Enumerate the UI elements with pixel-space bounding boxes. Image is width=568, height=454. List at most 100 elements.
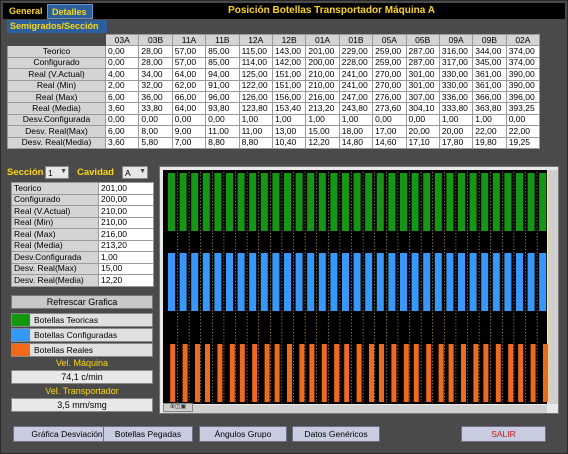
tab-general[interactable]: General <box>5 4 46 19</box>
table-cell: 361,00 <box>472 79 507 92</box>
bottle-bar <box>483 344 489 402</box>
table-cell: 28,00 <box>138 56 173 70</box>
table-cell: 156,00 <box>271 90 307 104</box>
bottle-bar <box>504 173 512 231</box>
bottle-bar <box>504 253 512 311</box>
cavidad-select[interactable]: A ▼ <box>122 166 148 179</box>
table-cell: 273,60 <box>372 102 407 115</box>
datos-genericos-button[interactable]: Datos Genéricos <box>292 426 380 442</box>
legend-reales: Botellas Reales <box>11 343 153 357</box>
bottle-bar <box>495 344 501 402</box>
bottle-bar <box>388 173 396 231</box>
row-label: Desv. Real(Max) <box>7 125 106 138</box>
semigrados-table: 03A 03B 11A 11B 12A 12B 01A 01B 05A 05B 09A 09B 02A … <box>7 33 541 149</box>
horizontal-scrollbar[interactable] <box>163 405 547 413</box>
detail-label: Real (Media) <box>11 239 99 252</box>
table-cell: 0,00 <box>372 113 407 127</box>
refresh-chart-button[interactable]: Refrescar Grafica <box>11 295 153 309</box>
bottle-bar <box>446 253 454 311</box>
bottle-bar <box>249 253 257 311</box>
bottle-bar <box>438 344 444 402</box>
bottle-bar <box>530 344 536 402</box>
row-label: Teorico <box>7 45 106 58</box>
botellas-pegadas-button[interactable]: Botellas Pegadas <box>103 426 193 442</box>
bottle-bar <box>461 344 466 402</box>
bottle-bar <box>168 253 175 311</box>
table-cell: 122,00 <box>238 79 273 92</box>
bottle-bar <box>473 344 479 402</box>
bottle-bar <box>426 344 432 402</box>
detail-label: Real (Max) <box>11 228 99 241</box>
bottle-bar <box>458 253 465 311</box>
window-title: Posición Botellas Transportador Máquina … <box>228 5 435 16</box>
table-cell: 276,00 <box>372 90 407 104</box>
salir-button[interactable]: SALIR <box>461 426 546 442</box>
row-label: Real (Media) <box>7 102 106 115</box>
bottle-bar <box>411 173 419 231</box>
bottle-bar <box>423 253 431 311</box>
table-cell: 17,80 <box>438 136 474 149</box>
table-cell: 125,00 <box>238 68 273 81</box>
bottle-bar <box>508 344 514 402</box>
table-cell: 6,00 <box>104 90 140 104</box>
column-header: 11A <box>171 33 207 47</box>
table-cell: 210,00 <box>305 68 340 81</box>
table-row: Real (Media) 3,60 33,80 64,00 93,80 123,80 153… <box>7 102 541 115</box>
table-cell: 14,60 <box>372 136 407 149</box>
table-cell: 1,00 <box>271 113 307 127</box>
vel-maquina-label: Vel. Máquina <box>55 358 109 368</box>
row-label: Configurado <box>7 56 106 70</box>
bottle-bar <box>321 344 327 402</box>
legend-swatch-orange <box>12 344 30 356</box>
row-label: Desv. Real(Media) <box>7 136 106 149</box>
bottle-bar <box>481 253 489 311</box>
bottle-bar <box>195 344 200 402</box>
detail-value: 15,00 <box>98 262 154 275</box>
table-cell: 0,00 <box>205 113 240 127</box>
table-row: Teorico 0,00 28,00 57,00 85,00 115,00 143,00 20… <box>7 45 541 58</box>
column-header: 12A <box>238 33 273 47</box>
bottle-bar <box>365 173 373 231</box>
table-row: Desv.Configurada 0,00 0,00 0,00 0,00 1,00 1,00… <box>7 113 541 127</box>
table-header-row: 03A 03B 11A 11B 12A 12B 01A 01B 05A 05B 09A 09B 02A <box>7 33 541 47</box>
bottle-bar <box>287 344 292 402</box>
tab-detalles[interactable]: Detalles <box>47 4 93 19</box>
table-cell: 5,80 <box>138 136 173 149</box>
table-cell: 333,80 <box>438 102 474 115</box>
vertical-scrollbar[interactable] <box>548 170 558 404</box>
detail-value: 210,00 <box>98 205 154 218</box>
bottle-bar <box>318 253 326 311</box>
bottle-bar <box>252 344 258 402</box>
chart-zoom-toolbar[interactable]: ⊕◫▣ <box>163 403 193 412</box>
bottle-bar <box>260 253 268 311</box>
table-cell: 0,00 <box>405 113 440 127</box>
table-cell: 361,00 <box>472 68 507 81</box>
table-cell: 301,00 <box>405 68 440 81</box>
table-cell: 287,00 <box>405 45 440 58</box>
detail-label: Real (V.Actual) <box>11 205 99 218</box>
detail-row: Desv. Real(Media) 12,20 <box>11 274 154 287</box>
table-cell: 241,00 <box>338 68 374 81</box>
table-cell: 1,00 <box>438 113 474 127</box>
legend-label: Botellas Configuradas <box>34 330 118 340</box>
bottle-bar <box>446 173 454 231</box>
bottle-bar <box>214 253 222 311</box>
bottle-bar <box>516 253 523 311</box>
table-cell: 3,60 <box>104 136 140 149</box>
column-header: 01A <box>305 33 340 47</box>
semigrados-header: Semigrados/Sección <box>7 20 107 33</box>
table-cell: 344,00 <box>472 45 507 58</box>
detail-label: Desv.Configurada <box>11 251 99 264</box>
bottle-bar <box>481 173 489 231</box>
table-cell: 0,00 <box>505 113 541 127</box>
bottle-bar <box>260 173 268 231</box>
angulos-grupo-button[interactable]: Ángulos Grupo <box>199 426 287 442</box>
table-cell: 115,00 <box>238 45 273 58</box>
table-cell: 3,60 <box>104 102 140 115</box>
table-cell: 62,00 <box>171 79 207 92</box>
bottle-bar <box>284 173 291 231</box>
seccion-select[interactable]: 1 ▼ <box>45 166 69 179</box>
detail-row: Real (V.Actual) 210,00 <box>11 205 154 218</box>
bottle-bar <box>411 253 419 311</box>
table-cell: 1,00 <box>338 113 374 127</box>
